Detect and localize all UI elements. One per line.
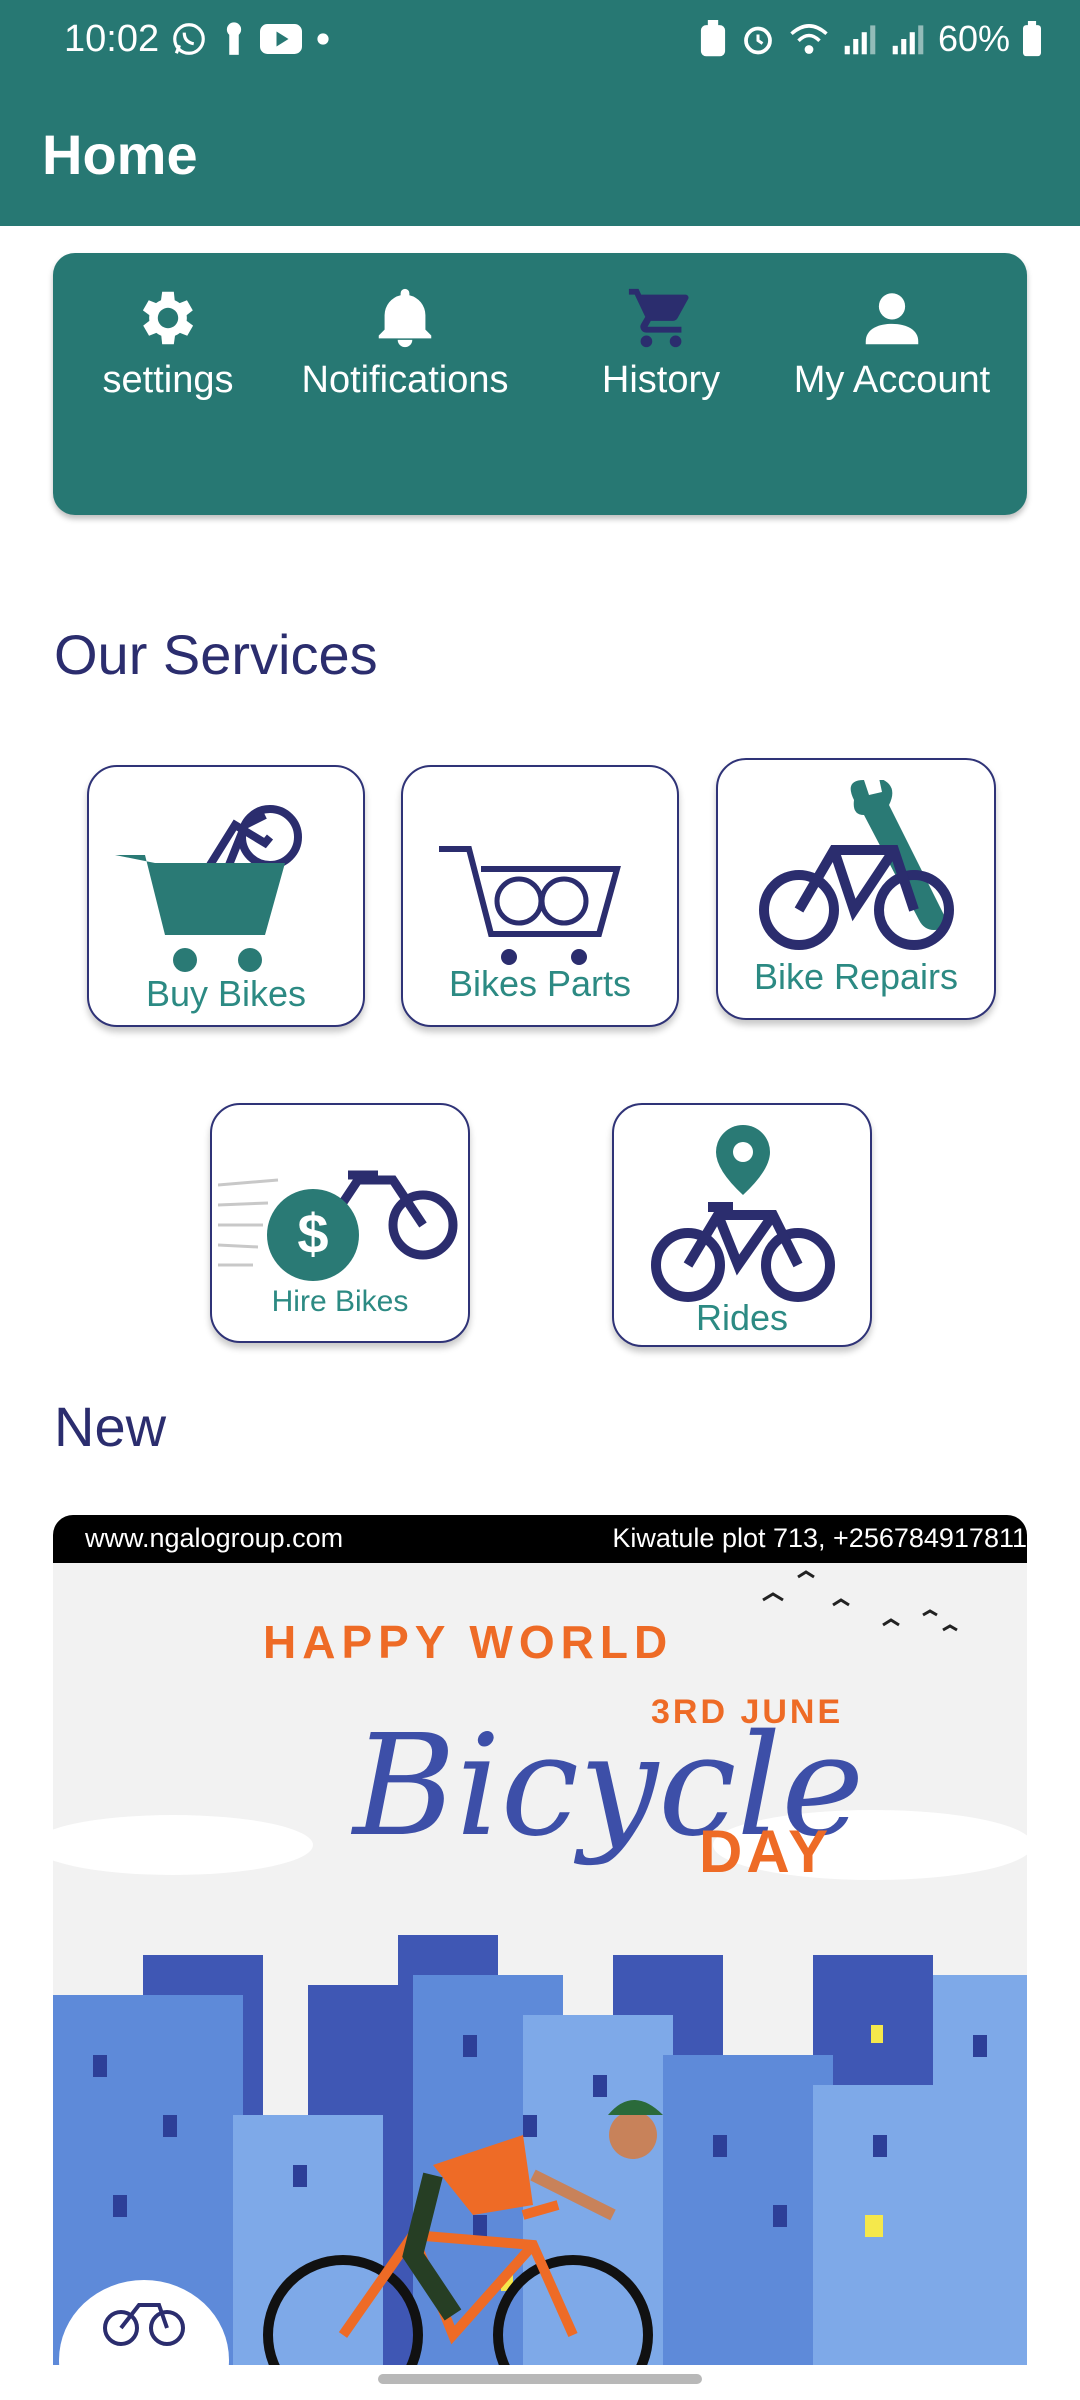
rides-card[interactable]: Rides bbox=[612, 1103, 872, 1347]
services-section-title: Our Services bbox=[54, 623, 378, 686]
history-button[interactable]: History bbox=[571, 283, 751, 402]
hire-bikes-label: Hire Bikes bbox=[271, 1285, 409, 1318]
bikes-parts-label: Bikes Parts bbox=[448, 963, 632, 1004]
bike-dollar-icon: $ bbox=[218, 1170, 458, 1281]
navigation-handle[interactable] bbox=[378, 2374, 702, 2384]
buy-bikes-label: Buy Bikes bbox=[145, 973, 307, 1014]
history-label: History bbox=[601, 359, 721, 401]
battery-saver-icon bbox=[700, 20, 726, 57]
battery-icon bbox=[1023, 21, 1041, 57]
alarm-icon bbox=[744, 26, 772, 55]
youtube-icon bbox=[260, 24, 302, 54]
bike-wrench-icon bbox=[759, 780, 954, 950]
dot-icon bbox=[317, 33, 329, 45]
bicycle-day-banner[interactable]: www.ngalogroup.com Kiwatule plot 713, +2… bbox=[53, 1515, 1027, 2365]
bike-repairs-label: Bike Repairs bbox=[753, 956, 959, 997]
rides-label: Rides bbox=[695, 1297, 789, 1338]
notifications-button[interactable]: Notifications bbox=[285, 283, 525, 402]
keyhole-icon bbox=[226, 22, 242, 55]
signal-icon bbox=[844, 25, 876, 55]
brand-logo bbox=[59, 2280, 229, 2365]
cart-icon bbox=[628, 288, 689, 348]
person-icon bbox=[865, 293, 919, 345]
parts-cart-icon bbox=[439, 846, 621, 965]
page-title: Home bbox=[42, 123, 198, 186]
svg-text:$: $ bbox=[297, 1202, 328, 1265]
bikes-parts-card[interactable]: Bikes Parts bbox=[401, 765, 679, 1027]
my-account-button[interactable]: My Account bbox=[777, 283, 1007, 402]
bike-pin-icon bbox=[651, 1125, 835, 1302]
bike-repairs-card[interactable]: Bike Repairs bbox=[716, 758, 996, 1020]
signal-icon-2 bbox=[892, 25, 924, 55]
notifications-label: Notifications bbox=[301, 359, 509, 401]
status-bar: 10:02 60% bbox=[0, 0, 1080, 80]
cart-bike-icon bbox=[115, 805, 302, 972]
my-account-label: My Account bbox=[793, 359, 991, 401]
settings-label: settings bbox=[102, 359, 234, 401]
settings-button[interactable]: settings bbox=[83, 283, 253, 402]
status-time: 10:02 bbox=[64, 18, 160, 60]
app-bar: 10:02 60% Home bbox=[0, 0, 1080, 226]
battery-percent: 60% bbox=[937, 18, 1010, 59]
gear-icon bbox=[142, 291, 194, 345]
new-section-title: New bbox=[54, 1395, 167, 1458]
bell-icon bbox=[378, 288, 432, 348]
whatsapp-icon bbox=[173, 23, 205, 55]
buy-bikes-card[interactable]: Buy Bikes bbox=[87, 765, 365, 1027]
banner-happy-world: HAPPY WORLD bbox=[263, 1616, 674, 1668]
quick-actions-panel: settings Notifications History My Accoun… bbox=[53, 253, 1027, 515]
banner-day: DAY bbox=[699, 1818, 833, 1885]
wifi-icon bbox=[790, 24, 828, 54]
hire-bikes-card[interactable]: $ Hire Bikes bbox=[210, 1103, 470, 1343]
